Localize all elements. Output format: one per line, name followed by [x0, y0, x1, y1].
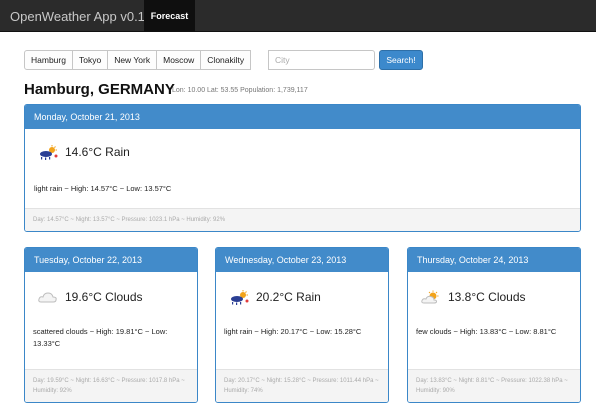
forecast-footer-3: Day: 13.83°C ~ Night: 8.81°C ~ Pressure:…	[408, 369, 580, 402]
page-title: Hamburg, GERMANY	[24, 81, 175, 98]
forecast-date-heading-3: Thursday, October 24, 2013	[408, 248, 580, 272]
forecast-panel-1: Tuesday, October 22, 2013 19.6°C Clouds …	[24, 247, 198, 403]
today-panel: Monday, October 21, 2013 14.6°C Rain lig…	[24, 104, 581, 232]
forecast-date-heading-1: Tuesday, October 22, 2013	[25, 248, 197, 272]
forecast-summary-3: few clouds ~ High: 13.83°C ~ Low: 8.81°C	[416, 327, 557, 336]
forecast-date-heading-2: Wednesday, October 23, 2013	[216, 248, 388, 272]
location-meta: Lon: 10.00 Lat: 53.55 Population: 1,739,…	[172, 87, 308, 94]
forecast-temp-1: 19.6°C Clouds	[65, 290, 143, 304]
today-summary: light rain ~ High: 14.57°C ~ Low: 13.57°…	[34, 184, 172, 193]
search-button[interactable]: Search!	[379, 50, 423, 70]
forecast-panel-2: Wednesday, October 23, 2013 20.2°C Rain …	[215, 247, 389, 403]
city-search-input[interactable]	[268, 50, 375, 70]
today-date-heading: Monday, October 21, 2013	[25, 105, 580, 129]
forecast-weather-row-2: 20.2°C Rain	[228, 290, 321, 305]
cloud-icon	[37, 290, 57, 304]
forecast-summary-1: scattered clouds ~ High: 19.81°C ~ Low: …	[33, 327, 168, 348]
app-brand[interactable]: OpenWeather App v0.1.0	[10, 9, 156, 24]
forecast-weather-row-1: 19.6°C Clouds	[37, 290, 143, 304]
forecast-footer-2: Day: 20.17°C ~ Night: 15.28°C ~ Pressure…	[216, 369, 388, 402]
city-button-moscow[interactable]: Moscow	[157, 50, 202, 70]
forecast-temp-3: 13.8°C Clouds	[448, 290, 526, 304]
tab-forecast[interactable]: Forecast	[144, 0, 195, 32]
city-button-hamburg[interactable]: Hamburg	[24, 50, 73, 70]
navbar: OpenWeather App v0.1.0 Forecast	[0, 0, 596, 32]
city-button-group: Hamburg Tokyo New York Moscow Clonakilty	[24, 50, 252, 70]
today-footer: Day: 14.57°C ~ Night: 13.57°C ~ Pressure…	[25, 208, 580, 231]
rain-icon	[228, 290, 249, 305]
forecast-summary-2: light rain ~ High: 20.17°C ~ Low: 15.28°…	[224, 327, 362, 336]
city-button-tokyo[interactable]: Tokyo	[72, 50, 109, 70]
city-button-new-york[interactable]: New York	[108, 50, 158, 70]
today-temp: 14.6°C Rain	[65, 145, 130, 159]
forecast-panel-3: Thursday, October 24, 2013 13.8°C Clouds…	[407, 247, 581, 403]
sun-cloud-icon	[420, 290, 440, 304]
forecast-footer-1: Day: 19.59°C ~ Night: 16.63°C ~ Pressure…	[25, 369, 197, 402]
rain-icon	[37, 145, 58, 160]
forecast-temp-2: 20.2°C Rain	[256, 290, 321, 304]
city-button-clonakilty[interactable]: Clonakilty	[201, 50, 252, 70]
forecast-weather-row-3: 13.8°C Clouds	[420, 290, 526, 304]
today-weather-row: 14.6°C Rain	[37, 145, 130, 160]
